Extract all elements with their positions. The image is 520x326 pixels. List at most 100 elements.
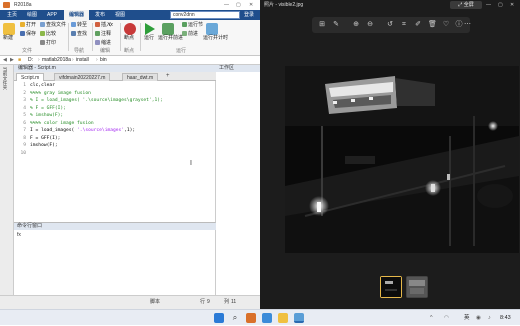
- photos-toolbar: ⊞ ✎ ⊕ ⊖ ↺ ⌗ ✐ 🗑 ♡ ⓘ ⋯: [312, 17, 471, 33]
- zoom-out-icon[interactable]: ⊖: [366, 21, 374, 29]
- current-folder-panel[interactable]: 当前文件夹: [0, 65, 14, 295]
- maximize-icon[interactable]: ▢: [498, 0, 503, 10]
- path-segment[interactable]: install: [76, 56, 89, 65]
- tray-up-icon[interactable]: ^: [430, 310, 433, 326]
- status-col: 11: [231, 299, 237, 305]
- section-breakpoint-label: 断点: [124, 48, 135, 54]
- filmstrip: [380, 276, 432, 298]
- code-line[interactable]: 2 %%%% gray image fusion: [14, 90, 216, 98]
- tab-apps[interactable]: APP: [42, 10, 62, 20]
- back-icon[interactable]: ◀: [3, 56, 7, 65]
- edit-icon[interactable]: ✎: [332, 21, 340, 29]
- matlab-titlebar: R2018a — ▢ ✕: [0, 0, 260, 10]
- volume-icon[interactable]: ♪: [488, 310, 491, 326]
- clock[interactable]: 8:43: [500, 310, 511, 326]
- forward-icon[interactable]: ▶: [10, 56, 14, 65]
- editor-tab-vifdmain[interactable]: vifdmain20220227.m: [54, 73, 111, 81]
- advance-icon: [182, 31, 187, 37]
- info-icon[interactable]: ⓘ: [455, 21, 463, 29]
- path-segment[interactable]: D:: [28, 56, 33, 65]
- print-icon: [40, 40, 45, 46]
- workspace-header: 工作区: [216, 65, 260, 72]
- run-advance-icon: [162, 23, 174, 35]
- photos-icon[interactable]: [262, 313, 272, 323]
- line-number: 4: [23, 105, 26, 111]
- zoom-in-icon[interactable]: ⊕: [352, 21, 360, 29]
- maximize-icon[interactable]: ▢: [236, 0, 241, 10]
- windows-start-icon[interactable]: [214, 313, 224, 323]
- code-line[interactable]: 10: [14, 150, 216, 158]
- code-line[interactable]: 6 %%%% color image fusion: [14, 120, 216, 128]
- visible-thumb-image: [381, 277, 401, 297]
- find-button[interactable]: 查找: [71, 31, 87, 38]
- new-icon: [3, 23, 15, 35]
- code-line[interactable]: 8 F = GFF(I);: [14, 135, 216, 143]
- wifi-icon[interactable]: ◉: [476, 310, 481, 326]
- add-tab-icon[interactable]: +: [166, 73, 170, 79]
- save-button[interactable]: 保存: [20, 31, 36, 38]
- code-line[interactable]: 5 % imshow(F);: [14, 112, 216, 120]
- workspace-panel[interactable]: 工作区: [216, 65, 260, 295]
- pictures-icon[interactable]: [294, 313, 304, 323]
- indent-icon: [95, 40, 100, 46]
- editor-header: 编辑器 - Script.m: [14, 65, 216, 72]
- draw-icon[interactable]: ✐: [414, 21, 422, 29]
- tab-editor[interactable]: 编辑器: [64, 10, 90, 20]
- editor-tab-haar[interactable]: haar_dwt.m: [122, 73, 159, 81]
- login-button[interactable]: 登录: [244, 10, 258, 20]
- compare-button[interactable]: 比较: [40, 31, 56, 38]
- code-area[interactable]: 1 clc,clear 2 %%%% gray image fusion 3 % I = …: [14, 82, 216, 222]
- thumbnail-visible[interactable]: [380, 276, 402, 298]
- minimize-icon[interactable]: —: [486, 0, 491, 10]
- code-token: I = load_images(: [30, 128, 78, 133]
- matlab-icon[interactable]: [246, 313, 256, 323]
- code-line[interactable]: 1 clc,clear: [14, 82, 216, 90]
- run-section-button[interactable]: 运行节: [182, 22, 203, 29]
- section-navigate-label: 导航: [74, 48, 85, 54]
- search-icon[interactable]: ⌕: [230, 313, 240, 323]
- night-street-photo: [285, 66, 519, 253]
- print-button[interactable]: 打印: [40, 40, 56, 47]
- tab-plots[interactable]: 绘图: [22, 10, 42, 20]
- more-icon[interactable]: ⋯: [464, 21, 471, 29]
- network-icon[interactable]: ◠: [444, 310, 449, 326]
- code-line[interactable]: 4 % F = GFF(I);: [14, 105, 216, 113]
- status-mode: 脚本: [150, 299, 161, 305]
- indent-button[interactable]: 缩进: [95, 40, 111, 47]
- tab-publish[interactable]: 发布: [90, 10, 110, 20]
- code-line[interactable]: 9 imshow(F);: [14, 142, 216, 150]
- open-button[interactable]: 打开: [20, 22, 36, 29]
- add-to-icon[interactable]: ⊞: [318, 21, 326, 29]
- code-line[interactable]: 3 % I = load_images( '.\source\images\gra…: [14, 97, 216, 105]
- editor-tab-script[interactable]: Script.m: [16, 73, 45, 81]
- command-window[interactable]: 命令行窗口 fx: [14, 222, 216, 295]
- code-line[interactable]: 7 I = load_images( '.\source\images',1);: [14, 127, 216, 135]
- comment-button[interactable]: 注释: [95, 31, 111, 38]
- ime-indicator[interactable]: 英: [464, 310, 470, 326]
- delete-icon[interactable]: 🗑: [428, 21, 437, 29]
- editor-tabs: Script.m vifdmain20220227.m haar_dwt.m +: [14, 72, 216, 81]
- rotate-icon[interactable]: ↺: [386, 21, 394, 29]
- section-run-label: 运行: [176, 48, 187, 54]
- status-col-label: 列: [224, 299, 230, 305]
- minimize-icon[interactable]: —: [224, 0, 229, 10]
- find-files-button[interactable]: 查找文件: [40, 22, 66, 29]
- goto-button[interactable]: 转至: [71, 22, 87, 29]
- fx-button[interactable]: fx: [109, 22, 113, 29]
- save-icon: [20, 31, 25, 37]
- search-input[interactable]: conv2dnn: [170, 11, 240, 19]
- fullscreen-button[interactable]: ⤢ 全屏: [450, 1, 482, 9]
- folder-up-icon[interactable]: ■: [18, 56, 21, 65]
- path-segment[interactable]: bin: [100, 56, 107, 65]
- path-segment[interactable]: matlab2018a: [42, 56, 71, 65]
- favorite-icon[interactable]: ♡: [442, 21, 450, 29]
- photo-image[interactable]: [285, 66, 519, 253]
- tab-home[interactable]: 主页: [2, 10, 22, 20]
- crop-icon[interactable]: ⌗: [400, 21, 408, 29]
- file-explorer-icon[interactable]: [278, 313, 288, 323]
- close-icon[interactable]: ✕: [249, 0, 253, 10]
- close-icon[interactable]: ✕: [510, 0, 514, 10]
- tab-view[interactable]: 视图: [110, 10, 130, 20]
- thumbnail-infrared[interactable]: [406, 276, 428, 298]
- advance-button[interactable]: 前进: [182, 31, 198, 38]
